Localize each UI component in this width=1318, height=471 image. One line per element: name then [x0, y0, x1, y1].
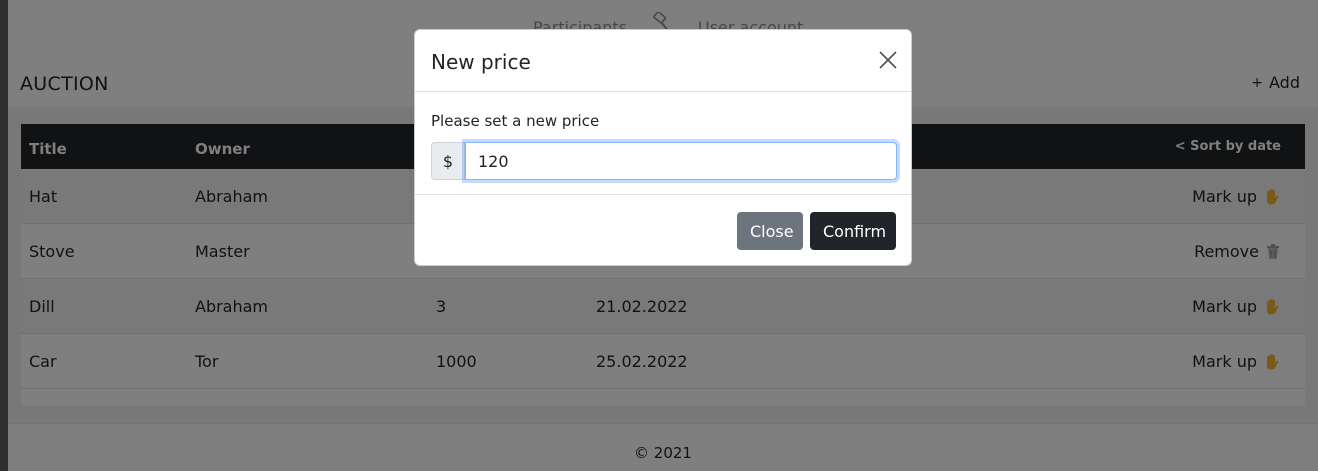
close-icon[interactable] — [877, 49, 899, 71]
currency-prefix: $ — [431, 142, 465, 180]
price-label: Please set a new price — [431, 112, 600, 130]
price-input[interactable] — [465, 142, 897, 180]
modal-body: Please set a new price $ — [415, 92, 911, 195]
modal-footer: Close Confirm — [415, 196, 911, 267]
confirm-button[interactable]: Confirm — [810, 212, 896, 250]
close-button[interactable]: Close — [737, 212, 803, 250]
price-input-group: $ — [431, 142, 897, 180]
modal-header: New price — [415, 30, 911, 92]
new-price-modal: New price Please set a new price $ Close… — [414, 29, 912, 266]
modal-title: New price — [431, 50, 531, 74]
